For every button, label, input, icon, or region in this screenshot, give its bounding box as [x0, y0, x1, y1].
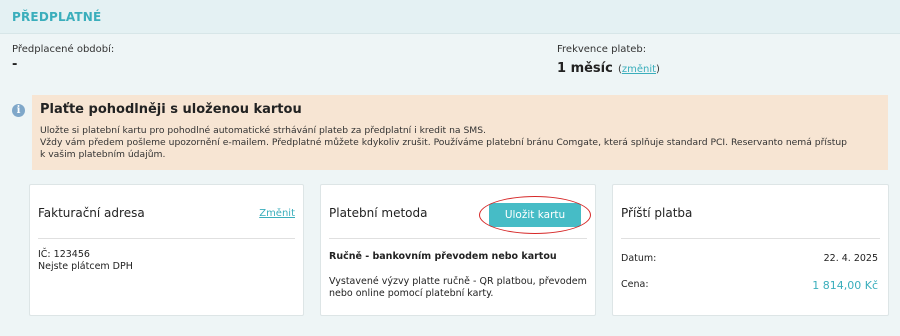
- payment-method-description: nebo online pomocí platební karty.: [329, 288, 494, 299]
- price-value: 1 814,00 Kč: [812, 279, 878, 292]
- prepaid-period-value: -: [12, 57, 18, 72]
- section-title: PŘEDPLATNÉ: [12, 10, 102, 24]
- paren-close: ): [656, 64, 660, 75]
- section-header: PŘEDPLATNÉ: [0, 0, 900, 34]
- billing-title: Fakturační adresa: [38, 206, 145, 220]
- save-card-notice: Plaťte pohodlněji s uloženou kartou Ulož…: [32, 95, 888, 170]
- notice-text: Uložte si platební kartu pro pohodlné au…: [40, 125, 880, 161]
- payment-frequency-value: 1 měsíc: [557, 61, 613, 76]
- date-label: Datum:: [621, 253, 657, 264]
- info-icon: i: [12, 104, 25, 117]
- payment-frequency-label: Frekvence plateb:: [557, 44, 647, 55]
- company-id: IČ: 123456: [38, 249, 90, 260]
- payment-method-name: Ručně - bankovním převodem nebo kartou: [329, 251, 557, 262]
- payment-method-details: Ručně - bankovním převodem nebo kartou V…: [329, 251, 587, 300]
- change-frequency-link[interactable]: změnit: [622, 64, 656, 75]
- payment-frequency-row: 1 měsíc (změnit): [557, 57, 660, 76]
- payment-method-title: Platební metoda: [329, 206, 428, 220]
- card-header: Příští platba: [621, 185, 880, 239]
- vat-status: Nejste plátcem DPH: [38, 261, 133, 272]
- prepaid-period: Předplacené období: -: [12, 44, 114, 72]
- notice-line: Uložte si platební kartu pro pohodlné au…: [40, 125, 486, 136]
- next-payment-price-row: Cena: 1 814,00 Kč: [621, 279, 878, 292]
- notice-line: k vašim platebním údajům.: [40, 149, 166, 160]
- notice-title: Plaťte pohodlněji s uloženou kartou: [40, 102, 302, 117]
- next-payment-title: Příští platba: [621, 206, 693, 220]
- billing-address-card: Fakturační adresa Změnit IČ: 123456 Nejs…: [29, 184, 304, 316]
- date-value: 22. 4. 2025: [823, 253, 878, 264]
- payment-method-description: Vystavené výzvy platte ručně - QR platbo…: [329, 276, 587, 287]
- prepaid-period-label: Předplacené období:: [12, 44, 115, 55]
- change-billing-link[interactable]: Změnit: [259, 208, 295, 219]
- next-payment-card: Příští platba Datum: 22. 4. 2025 Cena: 1…: [612, 184, 889, 316]
- payment-frequency: Frekvence plateb: 1 měsíc (změnit): [557, 44, 660, 76]
- price-label: Cena:: [621, 279, 649, 290]
- payment-method-card: Platební metoda Uložit kartu Ručně - ban…: [320, 184, 596, 316]
- billing-details: IČ: 123456 Nejste plátcem DPH: [38, 249, 295, 273]
- card-header: Fakturační adresa Změnit: [38, 185, 295, 239]
- save-card-button[interactable]: Uložit kartu: [489, 203, 581, 227]
- notice-line: Vždy vám předem pošleme upozornění e-mai…: [40, 137, 848, 148]
- next-payment-date-row: Datum: 22. 4. 2025: [621, 253, 878, 264]
